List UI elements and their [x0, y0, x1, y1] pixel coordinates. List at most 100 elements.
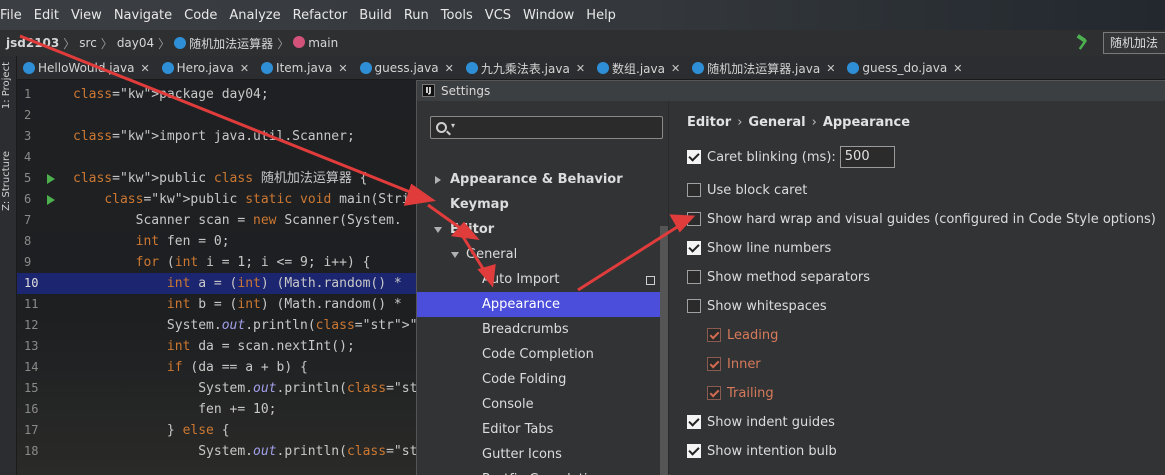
tree-item-appearance-behavior[interactable]: Appearance & Behavior	[450, 167, 623, 192]
gutter-line[interactable]: 15	[17, 378, 73, 399]
code-line[interactable]: int b = (int) (Math.random() *	[73, 294, 417, 315]
menu-analyze[interactable]: Analyze	[229, 8, 280, 23]
menu-refactor[interactable]: Refactor	[293, 8, 348, 23]
gutter-line[interactable]: 3	[17, 126, 73, 147]
breadcrumb-project[interactable]: jsd2103	[6, 36, 59, 50]
gutter-line[interactable]: 11	[17, 294, 73, 315]
close-icon[interactable]: ✕	[826, 62, 835, 75]
run-gutter-icon[interactable]	[47, 174, 55, 184]
gutter-line[interactable]: 10	[17, 273, 73, 294]
caret-blinking-ms-field[interactable]: 500	[839, 146, 895, 168]
editor-tab[interactable]: 数组.java ✕	[591, 56, 686, 79]
code-editor[interactable]: 1 2 3 4 5 6 7 8 9 10 11 12 13 14 15 16 17 18 class="kw">p…	[17, 80, 417, 475]
close-icon[interactable]: ✕	[445, 62, 454, 75]
gutter-line[interactable]: 5	[17, 168, 73, 189]
method-separators-checkbox[interactable]	[687, 270, 701, 284]
option-whitespaces[interactable]: Show whitespaces	[687, 295, 827, 317]
gutter-line[interactable]: 7	[17, 210, 73, 231]
option-block-caret[interactable]: Use block caret	[687, 179, 807, 201]
gutter-line[interactable]: 16	[17, 399, 73, 420]
close-icon[interactable]: ✕	[140, 62, 149, 75]
tree-item-code-folding[interactable]: Code Folding	[482, 367, 566, 392]
option-hard-wrap[interactable]: Show hard wrap and visual guides (config…	[687, 208, 1156, 230]
option-indent-guides[interactable]: Show indent guides	[687, 411, 835, 433]
gutter-line[interactable]: 18	[17, 441, 73, 462]
menu-code[interactable]: Code	[184, 8, 217, 23]
breadcrumb-method[interactable]: main	[293, 36, 338, 50]
gutter-line[interactable]: 13	[17, 336, 73, 357]
code-line[interactable]: } else {	[73, 420, 417, 441]
expand-arrow-icon[interactable]	[435, 176, 441, 184]
menu-navigate[interactable]: Navigate	[114, 8, 172, 23]
gutter-line[interactable]: 12	[17, 315, 73, 336]
close-icon[interactable]: ✕	[671, 62, 680, 75]
tree-item-editor[interactable]: Editor	[450, 217, 494, 242]
run-configuration-select[interactable]: 随机加法	[1103, 32, 1165, 54]
tree-item-postfix-completion[interactable]: Postfix Completion	[482, 467, 604, 475]
structure-tool-button[interactable]: Z: Structure	[1, 151, 12, 211]
hard-wrap-checkbox[interactable]	[687, 212, 701, 226]
close-icon[interactable]: ✕	[953, 62, 962, 75]
code-line[interactable]: int fen = 0;	[73, 231, 417, 252]
menu-build[interactable]: Build	[359, 8, 392, 23]
code-line[interactable]: class="kw">public static void main(Strin…	[73, 189, 417, 210]
collapse-arrow-icon[interactable]	[434, 227, 442, 233]
code-line[interactable]: class="kw">import java.util.Scanner;	[73, 126, 417, 147]
code-area[interactable]: class="kw">package day04; class="kw">impo…	[73, 84, 417, 462]
menu-tools[interactable]: Tools	[441, 8, 473, 23]
project-tool-button[interactable]: 1: Project	[1, 62, 12, 109]
code-line[interactable]: System.out.println(class="str">"(" + i +…	[73, 315, 417, 336]
option-line-numbers[interactable]: Show line numbers	[687, 237, 831, 259]
gutter-line[interactable]: 9	[17, 252, 73, 273]
caret-blinking-checkbox[interactable]	[687, 150, 701, 164]
intention-bulb-checkbox[interactable]	[687, 444, 701, 458]
collapse-arrow-icon[interactable]	[451, 252, 459, 258]
build-hammer-icon[interactable]	[1075, 34, 1091, 50]
tree-item-keymap[interactable]: Keymap	[450, 192, 509, 217]
tree-item-gutter-icons[interactable]: Gutter Icons	[482, 442, 562, 467]
tree-item-breadcrumbs[interactable]: Breadcrumbs	[482, 317, 569, 342]
menu-edit[interactable]: Edit	[34, 8, 59, 23]
tree-item-general[interactable]: General	[466, 242, 517, 267]
block-caret-checkbox[interactable]	[687, 183, 701, 197]
indent-guides-checkbox[interactable]	[687, 415, 701, 429]
menu-file[interactable]: File	[0, 8, 22, 23]
tree-item-auto-import[interactable]: Auto Import	[482, 267, 559, 292]
menu-help[interactable]: Help	[586, 8, 616, 23]
gutter-line[interactable]: 6	[17, 189, 73, 210]
settings-search-input[interactable]: ▾	[430, 116, 663, 139]
breadcrumb-package[interactable]: day04	[117, 36, 154, 50]
editor-tab[interactable]: Item.java ✕	[255, 56, 354, 79]
editor-tab[interactable]: HelloWould.java ✕	[17, 56, 156, 79]
option-method-separators[interactable]: Show method separators	[687, 266, 870, 288]
menu-run[interactable]: Run	[404, 8, 429, 23]
menu-vcs[interactable]: VCS	[485, 8, 511, 23]
close-icon[interactable]: ✕	[240, 62, 249, 75]
code-line[interactable]: class="kw">package day04;	[73, 84, 417, 105]
run-gutter-icon[interactable]	[47, 195, 55, 205]
editor-tab[interactable]: guess.java ✕	[354, 56, 460, 79]
breadcrumb-src[interactable]: src	[79, 36, 97, 50]
editor-tab[interactable]: guess_do.java ✕	[841, 56, 968, 79]
line-numbers-checkbox[interactable]	[687, 241, 701, 255]
option-caret-blinking[interactable]: Caret blinking (ms): 500	[687, 146, 895, 168]
code-line[interactable]: System.out.println(class="str">"答对了"	[73, 378, 417, 399]
tree-item-console[interactable]: Console	[482, 392, 534, 417]
code-line[interactable]: int a = (int) (Math.random() *	[73, 273, 417, 294]
code-line[interactable]: int da = scan.nextInt();	[73, 336, 417, 357]
code-line[interactable]	[73, 147, 417, 168]
tree-scrollbar[interactable]	[660, 226, 668, 475]
gutter-line[interactable]: 4	[17, 147, 73, 168]
gutter-line[interactable]: 17	[17, 420, 73, 441]
code-line[interactable]: class="kw">public class 随机加法运算器 {	[73, 168, 417, 189]
code-line[interactable]: System.out.println(class="str">"答错了"	[73, 441, 417, 462]
breadcrumb-class[interactable]: 随机加法运算器	[174, 35, 273, 52]
menu-window[interactable]: Window	[523, 8, 574, 23]
code-line[interactable]: fen += 10;	[73, 399, 417, 420]
tree-item-code-completion[interactable]: Code Completion	[482, 342, 594, 367]
close-icon[interactable]: ✕	[338, 62, 347, 75]
tree-item-editor-tabs[interactable]: Editor Tabs	[482, 417, 553, 442]
code-line[interactable]	[73, 105, 417, 126]
gutter-line[interactable]: 2	[17, 105, 73, 126]
tree-item-appearance[interactable]: Appearance	[417, 292, 660, 317]
